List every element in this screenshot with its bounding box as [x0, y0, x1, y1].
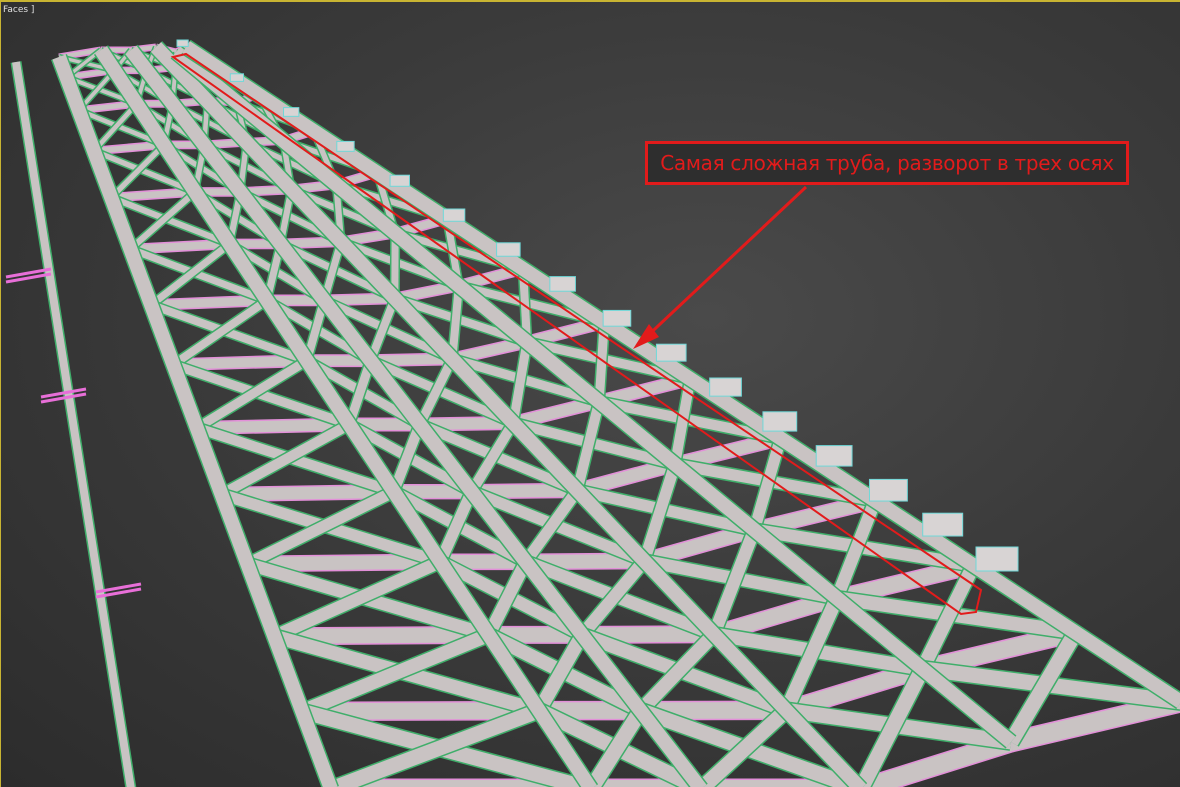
truss-scene[interactable]	[1, 2, 1180, 787]
3d-viewport[interactable]: Faces ] Самая сложная труба, разворот в …	[0, 0, 1180, 787]
cross-beam	[150, 294, 268, 311]
cross-beam	[302, 700, 540, 722]
support-block	[922, 512, 964, 537]
support-block	[442, 208, 466, 222]
support-block	[655, 343, 687, 362]
support-block	[389, 174, 410, 187]
support-block	[868, 478, 908, 502]
cross-beam	[130, 238, 230, 255]
cross-beam	[196, 417, 350, 435]
support-block	[975, 546, 1019, 572]
cross-beam	[247, 553, 441, 573]
cross-beam	[173, 354, 308, 372]
support-block	[283, 107, 300, 117]
support-block	[176, 39, 189, 47]
cross-beam	[110, 187, 196, 203]
diagonal-brace	[193, 355, 311, 434]
cross-beam	[221, 483, 394, 503]
annotation-callout: Самая сложная труба, разворот в трех ося…	[645, 141, 1129, 185]
diagonal-brace	[507, 341, 533, 425]
longitudinal-beam	[10, 61, 137, 787]
annotation-text: Самая сложная труба, разворот в трех ося…	[660, 151, 1114, 175]
support-block	[496, 242, 521, 257]
support-block	[815, 445, 853, 467]
diagonal-brace	[148, 239, 233, 309]
diagonal-brace	[170, 295, 271, 370]
support-block	[762, 411, 798, 432]
diagonal-brace	[127, 188, 199, 253]
support-block	[229, 73, 245, 82]
diagonal-brace	[218, 418, 353, 501]
support-block	[709, 377, 742, 397]
cross-beam	[274, 625, 489, 646]
support-block	[336, 140, 355, 152]
support-block	[549, 276, 576, 292]
support-block	[602, 309, 632, 327]
annotation-arrow	[639, 185, 808, 344]
viewport-shading-label[interactable]: Faces ]	[3, 5, 34, 15]
